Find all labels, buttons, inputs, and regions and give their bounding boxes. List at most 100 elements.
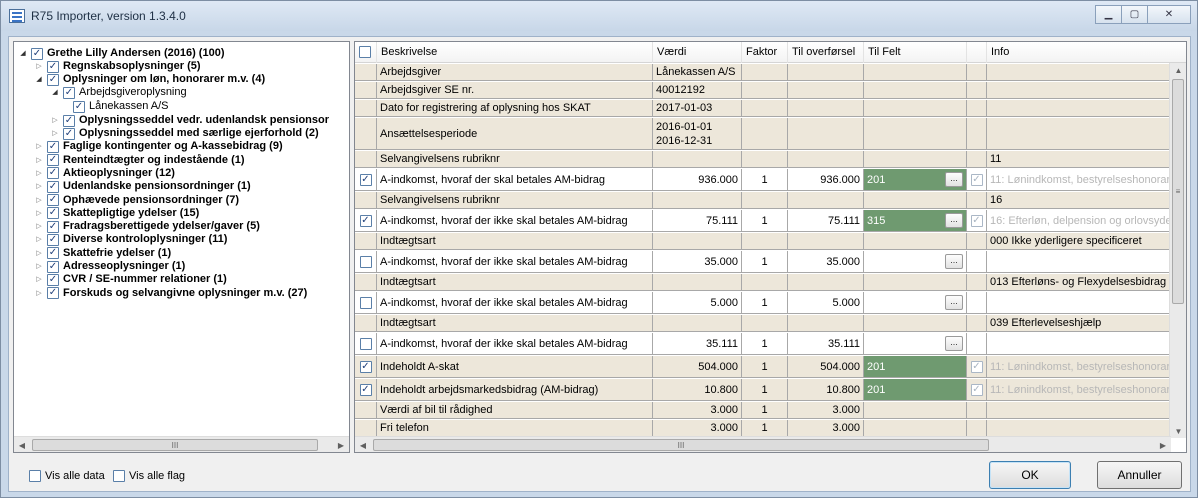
tree-item-checkbox[interactable] bbox=[31, 47, 43, 60]
column-header-til-felt[interactable]: Til Felt bbox=[864, 42, 967, 63]
til-felt-cell[interactable] bbox=[864, 151, 967, 167]
grid-row[interactable]: A-indkomst, hvoraf der ikke skal betales… bbox=[355, 251, 1185, 273]
expand-arrow-icon[interactable]: ▷ bbox=[34, 194, 44, 207]
tree-item[interactable]: ▷ Forskuds og selvangivne oplysninger m.v… bbox=[34, 287, 307, 300]
til-felt-cell[interactable]: 201... bbox=[864, 169, 967, 190]
tree-item[interactable]: ▷ Udenlandske pensionsordninger (1) bbox=[34, 180, 251, 193]
tree-scroll-thumb[interactable]: III bbox=[32, 439, 318, 451]
grid-row[interactable]: Indeholdt arbejdsmarkedsbidrag (AM-bidra… bbox=[355, 379, 1185, 401]
maximize-button[interactable]: ▢ bbox=[1121, 5, 1148, 24]
grid-row[interactable]: Arbejdsgiver SE nr. 40012192 bbox=[355, 82, 1185, 99]
grid-row[interactable]: Dato for registrering af oplysning hos S… bbox=[355, 100, 1185, 117]
browse-felt-button[interactable]: ... bbox=[945, 213, 963, 228]
til-felt-cell[interactable] bbox=[864, 402, 967, 418]
collapse-arrow-icon[interactable]: ◢ bbox=[34, 73, 44, 86]
tree-item[interactable]: ▷ Regnskabsoplysninger (5) bbox=[34, 60, 201, 73]
row-checkbox[interactable] bbox=[359, 214, 372, 227]
browse-felt-button[interactable]: ... bbox=[945, 295, 963, 310]
grid-row[interactable]: A-indkomst, hvoraf der ikke skal betales… bbox=[355, 292, 1185, 314]
column-header-faktor[interactable]: Faktor bbox=[742, 42, 788, 63]
scroll-left-icon[interactable]: ◀ bbox=[14, 437, 30, 452]
grid-row[interactable]: A-indkomst, hvoraf der ikke skal betales… bbox=[355, 210, 1185, 232]
tree-item[interactable]: ▷ Adresseoplysninger (1) bbox=[34, 260, 185, 273]
tree-item-checkbox[interactable] bbox=[63, 114, 75, 127]
expand-arrow-icon[interactable]: ▷ bbox=[34, 247, 44, 260]
tree-item-checkbox[interactable] bbox=[63, 127, 75, 140]
tree-item-checkbox[interactable] bbox=[47, 180, 59, 193]
grid-row[interactable]: Fri telefon 3.000 1 3.000 bbox=[355, 420, 1185, 437]
tree-item-checkbox[interactable] bbox=[47, 167, 59, 180]
tree-item-checkbox[interactable] bbox=[47, 260, 59, 273]
expand-arrow-icon[interactable]: ▷ bbox=[50, 114, 60, 127]
vis-alle-flag-checkbox[interactable] bbox=[113, 470, 125, 482]
til-felt-cell[interactable] bbox=[864, 192, 967, 208]
tree-item[interactable]: ▷ Aktieoplysninger (12) bbox=[34, 167, 175, 180]
grid-row[interactable]: Indeholdt A-skat504.0001504.00020111: Lø… bbox=[355, 356, 1185, 378]
row-checkbox[interactable] bbox=[359, 255, 372, 268]
til-felt-cell[interactable] bbox=[864, 420, 967, 436]
til-felt-cell[interactable] bbox=[864, 274, 967, 290]
row-checkbox[interactable] bbox=[359, 337, 372, 350]
grid-scroll-right-icon[interactable]: ▶ bbox=[1155, 437, 1171, 452]
til-felt-cell[interactable] bbox=[864, 64, 967, 80]
tree-item-checkbox[interactable] bbox=[47, 273, 59, 286]
scroll-down-icon[interactable]: ▼ bbox=[1170, 424, 1186, 438]
browse-felt-button[interactable]: ... bbox=[945, 172, 963, 187]
expand-arrow-icon[interactable]: ▷ bbox=[50, 127, 60, 140]
column-header-til-overforsel[interactable]: Til overførsel bbox=[788, 42, 864, 63]
expand-arrow-icon[interactable]: ▷ bbox=[34, 287, 44, 300]
tree-item[interactable]: ▷ Oplysningsseddel med særlige ejerforhol… bbox=[50, 127, 319, 140]
tree-item-checkbox[interactable] bbox=[47, 247, 59, 260]
tree-item[interactable]: ◢ Grethe Lilly Andersen (2016) (100) bbox=[18, 47, 225, 60]
close-button[interactable]: ✕ bbox=[1147, 5, 1191, 24]
til-felt-cell[interactable] bbox=[864, 82, 967, 98]
category-tree[interactable]: ◀ III ▶ ◢ Grethe Lilly Andersen (2016) (1… bbox=[13, 41, 350, 453]
grid-scroll-left-icon[interactable]: ◀ bbox=[355, 437, 371, 452]
til-felt-cell[interactable]: 201 bbox=[864, 356, 967, 377]
grid-row[interactable]: Selvangivelsens rubriknr 16 bbox=[355, 192, 1185, 209]
til-felt-cell[interactable] bbox=[864, 100, 967, 116]
tree-item-checkbox[interactable] bbox=[63, 86, 75, 99]
tree-item[interactable]: Lånekassen A/S bbox=[60, 100, 169, 113]
browse-felt-button[interactable]: ... bbox=[945, 336, 963, 351]
minimize-button[interactable]: ▁ bbox=[1095, 5, 1122, 24]
row-checkbox[interactable] bbox=[359, 296, 372, 309]
til-felt-cell[interactable] bbox=[864, 233, 967, 249]
grid-row[interactable]: Arbejdsgiver Lånekassen A/S bbox=[355, 64, 1185, 81]
tree-item[interactable]: ▷ Faglige kontingenter og A-kassebidrag (… bbox=[34, 140, 283, 153]
til-felt-cell[interactable]: 201 bbox=[864, 379, 967, 400]
til-felt-cell[interactable]: ... bbox=[864, 333, 967, 354]
row-checkbox[interactable] bbox=[359, 383, 372, 396]
vis-alle-data-checkbox[interactable] bbox=[29, 470, 41, 482]
tree-item-checkbox[interactable] bbox=[47, 154, 59, 167]
grid-row[interactable]: Indtægtsart 000 Ikke yderligere specifice… bbox=[355, 233, 1185, 250]
tree-item-checkbox[interactable] bbox=[47, 220, 59, 233]
select-all-header[interactable] bbox=[355, 42, 377, 63]
tree-item-checkbox[interactable] bbox=[47, 60, 59, 73]
tree-item-checkbox[interactable] bbox=[73, 100, 85, 113]
collapse-arrow-icon[interactable]: ◢ bbox=[50, 86, 60, 99]
vis-alle-flag-toggle[interactable]: Vis alle flag bbox=[113, 470, 185, 482]
browse-felt-button[interactable]: ... bbox=[945, 254, 963, 269]
grid-horizontal-scrollbar[interactable]: ◀ III ▶ bbox=[355, 436, 1171, 452]
tree-item-checkbox[interactable] bbox=[47, 73, 59, 86]
tree-item[interactable]: ◢ Arbejdsgiveroplysning bbox=[50, 86, 187, 99]
grid-row[interactable]: Indtægtsart 039 Efterlevelseshjælp bbox=[355, 315, 1185, 332]
tree-item-checkbox[interactable] bbox=[47, 233, 59, 246]
til-felt-cell[interactable] bbox=[864, 118, 967, 149]
title-bar[interactable]: R75 Importer, version 1.3.4.0 ▁ ▢ ✕ bbox=[1, 1, 1197, 31]
tree-item-checkbox[interactable] bbox=[47, 287, 59, 300]
scroll-up-icon[interactable]: ▲ bbox=[1170, 63, 1186, 77]
til-felt-cell[interactable]: ... bbox=[864, 292, 967, 313]
expand-arrow-icon[interactable]: ▷ bbox=[34, 233, 44, 246]
tree-item[interactable]: ▷ Skattepligtige ydelser (15) bbox=[34, 207, 199, 220]
expand-arrow-icon[interactable]: ▷ bbox=[34, 154, 44, 167]
column-header-info[interactable]: Info bbox=[987, 42, 1186, 63]
vis-alle-data-toggle[interactable]: Vis alle data bbox=[29, 470, 105, 482]
tree-item[interactable]: ◢ Oplysninger om løn, honorarer m.v. (4) bbox=[34, 73, 265, 86]
tree-item[interactable]: ▷ Ophævede pensionsordninger (7) bbox=[34, 194, 239, 207]
grid-row[interactable]: Værdi af bil til rådighed 3.000 1 3.000 bbox=[355, 402, 1185, 419]
tree-item-checkbox[interactable] bbox=[47, 207, 59, 220]
tree-item-checkbox[interactable] bbox=[47, 140, 59, 153]
til-felt-cell[interactable]: 315... bbox=[864, 210, 967, 231]
